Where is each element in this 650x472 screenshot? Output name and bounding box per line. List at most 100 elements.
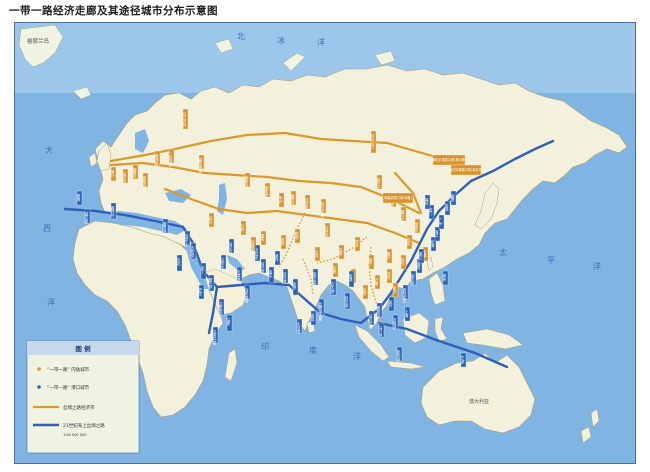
port-city-label: 阿巴斯: [260, 258, 267, 274]
port-city-label: 加尔各答: [312, 268, 319, 288]
inland-city-label: 鹿特丹: [290, 190, 297, 206]
inland-city-label-text: 满洲里: [154, 153, 160, 166]
port-city-label-text: 香港: [450, 193, 456, 202]
port-city-label: 比雷埃夫斯: [318, 298, 325, 322]
port-city-label: 达累斯萨拉姆: [218, 298, 225, 325]
port-city-label-text: 巴生: [198, 288, 204, 296]
port-city-label-text: 马尼拉: [228, 241, 234, 254]
island-note: 格陵兰岛: [27, 37, 50, 45]
port-city-label-text: 深圳: [444, 203, 450, 212]
port-city-label-text: 苏伊士: [184, 233, 190, 245]
inland-city-label-text: 伊斯兰堡: [414, 221, 420, 237]
port-city-label-text: 鹿特丹: [110, 205, 116, 218]
port-city-label: 新加坡: [396, 346, 403, 362]
port-city-label-text: 卡拉奇: [254, 247, 260, 260]
port-city-label-text: 胡志明: [410, 273, 416, 286]
port-city-label-text: 马斯喀特: [244, 287, 250, 303]
port-city-label-text: 吉隆坡: [392, 317, 398, 330]
inland-city-label: 瓜达尔: [122, 168, 129, 184]
port-city-label: 马六甲: [378, 322, 385, 338]
port-city-label-text: 塞得港: [162, 221, 168, 234]
inland-city-label-text: 金边: [392, 285, 398, 294]
inland-city-label-text: 德黑兰: [132, 167, 138, 179]
port-city-label-text: 天津港: [236, 270, 242, 282]
inland-city-label-text: 郑州: [354, 239, 360, 248]
inland-city-label-text: 南宁: [368, 257, 374, 266]
ocean-label-pacific-1: 太: [499, 247, 507, 257]
ocean-label-indian-2: 度: [309, 345, 317, 355]
inland-city-label: 满洲里: [154, 150, 161, 166]
port-city-label: 天津港: [236, 266, 243, 282]
ocean-label-north-2: 冰: [277, 35, 285, 45]
inland-city-label-text: 曼谷: [386, 251, 392, 260]
inland-city-label-text: 华沙: [278, 195, 284, 204]
port-city-label: 苏丹港: [282, 268, 289, 284]
port-city-label-text: 吉大港: [330, 281, 336, 294]
inland-city-label: 伊斯坦布尔: [142, 172, 149, 196]
port-city-label-text: 迪拜: [274, 253, 280, 262]
port-city-label-text: 雅典: [76, 193, 82, 202]
port-city-label-text: 福州: [424, 197, 430, 206]
inland-city-label-text: 撒马尔罕: [400, 209, 406, 225]
map-title: 一带一路经济走廊及其途径城市分布示意图: [9, 5, 218, 17]
port-city-label: 塞得港: [162, 218, 169, 234]
inland-city-label-text: 万象: [374, 278, 380, 286]
port-city-label-text: 海口: [434, 229, 440, 238]
legend-maritime-label: 21世纪海上丝绸之路: [63, 422, 105, 429]
port-city-label: 卡拉奇: [254, 244, 261, 262]
legend: 图 例 “一带一路” 内陆城市 “一带一路” 港口城市 丝绸之路经济带 21世纪…: [26, 340, 140, 454]
port-city-label: 大连港: [296, 318, 303, 334]
legend-inland-label: “一带一路” 内陆城市: [47, 366, 90, 373]
inland-city-label: 莫斯科: [244, 172, 251, 188]
ocean-label-atlantic-3: 洋: [47, 297, 55, 307]
map-frame: 北 冰 洋 大 西 洋 太 平 洋 印 度 洋 格陵兰岛 澳大利亚 乌兰巴托 阿拉…: [14, 22, 636, 464]
inland-city-label: 拉合尔: [324, 222, 331, 238]
port-city-label: 科伦坡: [344, 292, 351, 310]
inland-city-label-text: 莫斯科: [244, 175, 250, 188]
port-city-label: 雅加达: [376, 302, 383, 318]
legend-title: 图 例: [75, 344, 91, 353]
port-city-label: 胡志明: [410, 270, 417, 286]
inland-city-label: 德黑兰: [132, 164, 139, 179]
port-city-label-text: 宁波: [460, 355, 466, 364]
border-port-callout-text: 绥芬河铁路口岸(绥芬河): [449, 167, 483, 172]
port-city-label: 蒙巴萨: [208, 274, 215, 292]
inland-city-label-text: 明斯克: [264, 185, 270, 198]
port-city-label: 苏伊士: [184, 230, 191, 245]
port-city-label: 西哈努克: [402, 284, 409, 304]
inland-city-label: 撒马尔罕: [400, 206, 407, 226]
inland-city-label-text: 杜伊斯堡: [304, 197, 310, 213]
port-city-label-text: 孟买: [268, 269, 274, 278]
inland-city-label-text: 塔什干: [376, 177, 382, 190]
port-city-label-text: 马六甲: [378, 325, 384, 338]
inland-city-label: 伊斯兰堡: [414, 218, 421, 238]
port-city-label-text: 皎漂: [348, 273, 354, 282]
inland-city-label-text: 喀什: [110, 169, 116, 178]
port-city-label-text: 金奈: [292, 281, 298, 290]
port-city-label: 瓜达尔港: [368, 310, 375, 330]
port-city-label-text: 苏丹港: [282, 271, 288, 284]
port-city-label-text: 阿巴斯: [260, 261, 266, 274]
ocean-label-north-1: 北: [237, 32, 245, 41]
inland-city-label-text: 兰州: [240, 223, 246, 232]
inland-city-label-text: 武汉: [208, 215, 214, 224]
border-port-callout: 海拉尔铁路口岸(满洲里): [432, 154, 466, 166]
legend-port-marker: [37, 385, 41, 389]
australia-label: 澳大利亚: [469, 398, 489, 405]
port-city-label: 吉大港: [330, 278, 337, 296]
inland-city-label-text: 乌兰巴托: [182, 111, 188, 127]
port-city-label-text: 大连港: [296, 321, 302, 334]
inland-city-label-text: 仰光: [400, 257, 406, 266]
legend-inland-marker: [37, 367, 41, 371]
border-port-callout: 绥芬河铁路口岸(绥芬河): [449, 164, 483, 176]
port-city-label-text: 达累斯萨拉姆: [218, 301, 224, 325]
ocean-label-atlantic-1: 大: [45, 145, 53, 155]
inland-city-label: 乌兰巴托: [182, 108, 189, 130]
inland-city-label-text: 霍尔果斯: [198, 157, 204, 173]
inland-city-label-text: 昆明: [294, 231, 300, 240]
port-city-label: 达尔文: [220, 254, 227, 270]
port-city-label-text: 新加坡: [396, 349, 402, 362]
port-city-label-text: 关丹: [388, 299, 394, 308]
port-city-label: 汉班托塔: [212, 326, 219, 346]
inland-city-label-text: 沈阳: [406, 237, 412, 246]
